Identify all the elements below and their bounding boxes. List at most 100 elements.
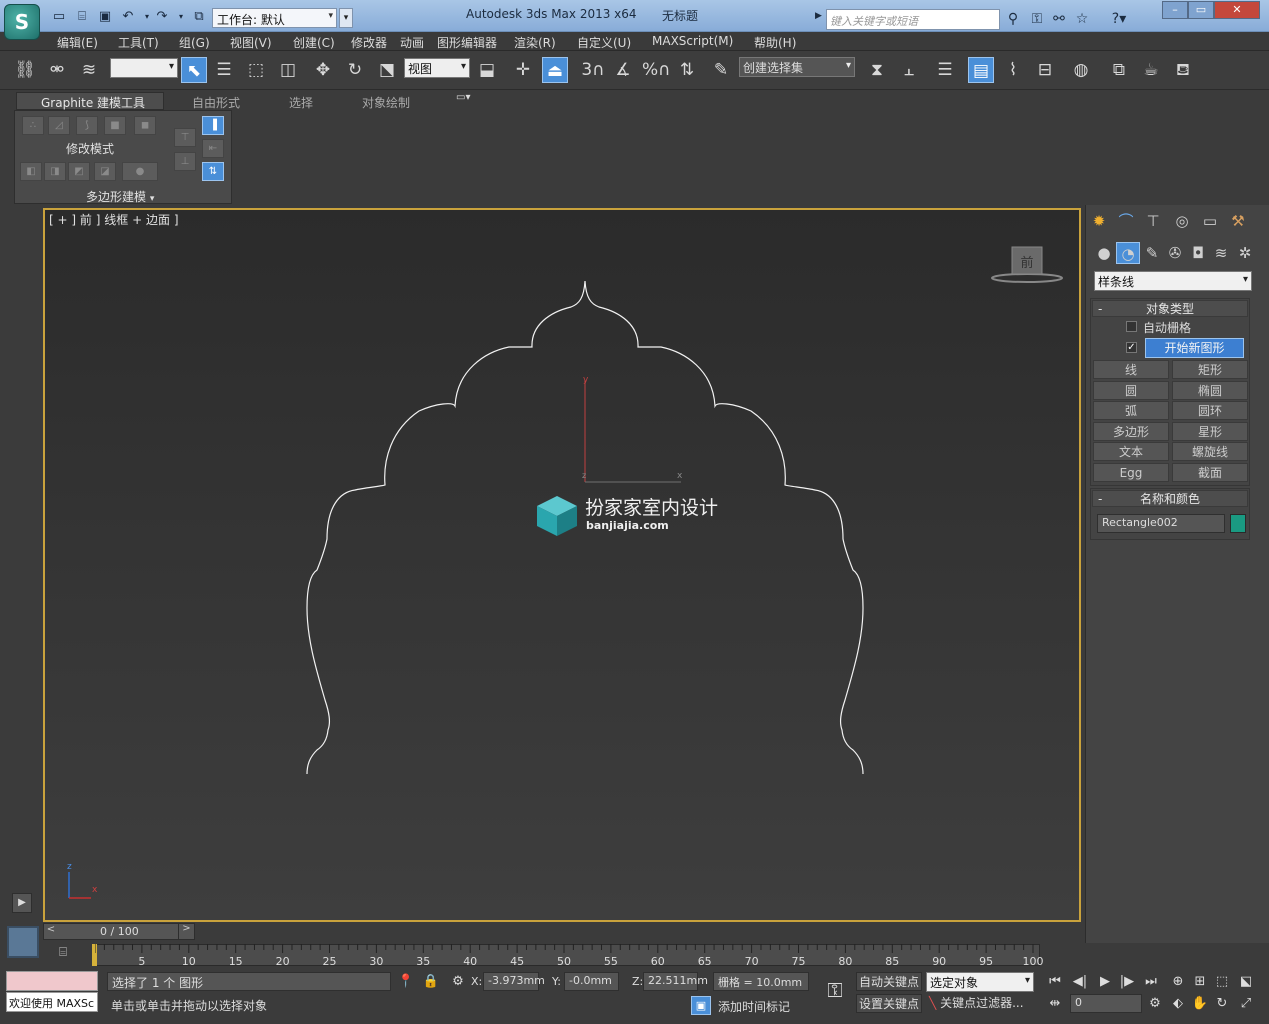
scale-icon[interactable]: ⬔ (374, 57, 400, 83)
track-bar-filter-icon[interactable]: ⌸ (52, 945, 74, 965)
set-key-button[interactable]: 设置关键点 (856, 994, 922, 1013)
arc-button[interactable]: 弧 (1093, 401, 1169, 420)
field-of-view-icon[interactable]: ⬖ (1168, 994, 1188, 1013)
ribbon-attach-icon[interactable]: ⊥ (174, 152, 196, 171)
modify-tab-icon[interactable]: ⌒ (1114, 210, 1138, 232)
helpers-category-icon[interactable]: ◘ (1186, 242, 1210, 264)
maxscript-mini-listener-white[interactable]: 欢迎使用 MAXSc (6, 992, 98, 1012)
select-object-icon[interactable]: ⬉ (181, 57, 207, 83)
section-button[interactable]: 截面 (1172, 463, 1248, 482)
current-frame-input[interactable]: 0 (1070, 994, 1142, 1013)
z-coord-input[interactable]: 22.511mm (643, 972, 708, 991)
tab-selection[interactable]: 选择 (289, 94, 313, 111)
ribbon-prev-icon[interactable]: ◧ (20, 162, 42, 181)
minimize-button[interactable]: – (1162, 1, 1188, 19)
shapes-category-icon[interactable]: ◔ (1116, 242, 1140, 264)
x-coord-input[interactable]: -3.973mm (483, 972, 545, 991)
menu-animation[interactable]: 动画 (400, 34, 424, 51)
menu-maxscript[interactable]: MAXScript(M) (652, 34, 733, 48)
menu-group[interactable]: 组(G) (179, 34, 210, 51)
render-production-icon[interactable]: ⛾ (1170, 57, 1196, 83)
ribbon-stack-on-icon[interactable]: ▐ (202, 116, 224, 135)
add-time-tag[interactable]: 添加时间标记 (718, 998, 790, 1015)
play-icon[interactable]: ▶ (1095, 972, 1115, 991)
ribbon-modify-mode[interactable]: 修改模式 (66, 140, 114, 157)
close-button[interactable]: ✕ (1214, 1, 1260, 19)
arch-spline-shape[interactable] (306, 280, 864, 775)
object-type-header[interactable]: - 对象类型 (1092, 300, 1248, 317)
ribbon-show-end-icon[interactable]: ⇅ (202, 162, 224, 181)
menu-rendering[interactable]: 渲染(R) (514, 34, 556, 51)
favorites-star-icon[interactable]: ☆ (1073, 10, 1091, 28)
select-manipulate-icon[interactable]: ✛ (510, 57, 536, 83)
ribbon-stack-mid-icon[interactable]: ⇤ (202, 139, 224, 158)
ribbon-grow-icon[interactable]: ◪ (94, 162, 116, 181)
time-tag-toggle-icon[interactable]: ▣ (691, 996, 711, 1015)
new-file-icon[interactable]: ▭ (50, 9, 68, 25)
project-folder-icon[interactable]: ⧉ (190, 9, 208, 25)
ribbon-element-icon[interactable]: ◼ (134, 116, 156, 135)
lights-category-icon[interactable]: ✎ (1140, 242, 1164, 264)
undo-icon[interactable]: ↶ (119, 9, 137, 25)
subscription-icon[interactable]: ⚿ (1028, 10, 1046, 28)
ribbon-vertex-icon[interactable]: ∴ (22, 116, 44, 135)
save-icon[interactable]: ▣ (96, 9, 114, 25)
selection-lock-icon[interactable]: 🔒 (421, 972, 441, 991)
line-button[interactable]: 线 (1093, 360, 1169, 379)
keyboard-shortcut-override-icon[interactable]: ⏏ (542, 57, 568, 83)
absolute-mode-transform-icon[interactable]: ⚙ (448, 972, 468, 991)
menu-modifiers[interactable]: 修改器 (351, 34, 387, 51)
start-new-shape-checkbox[interactable]: ✓ (1126, 342, 1137, 353)
ribbon-polygon-icon[interactable]: ■ (104, 116, 126, 135)
cameras-category-icon[interactable]: ✇ (1163, 242, 1187, 264)
help-icon[interactable]: ?▾ (1108, 10, 1130, 28)
search-expand-icon[interactable]: ▶ (815, 11, 822, 21)
link-icon[interactable]: ⛓ (12, 57, 38, 83)
spacewarps-category-icon[interactable]: ≋ (1209, 242, 1233, 264)
motion-tab-icon[interactable]: ◎ (1170, 210, 1194, 232)
previous-frame-icon[interactable]: ◀| (1070, 972, 1090, 991)
key-filters-button[interactable]: ╲ 关键点过滤器... (929, 994, 1024, 1011)
menu-customize[interactable]: 自定义(U) (577, 34, 631, 51)
time-configuration-icon[interactable]: ⚙ (1145, 994, 1165, 1013)
autogrid-checkbox[interactable] (1126, 321, 1137, 332)
menu-help[interactable]: 帮助(H) (754, 34, 796, 51)
name-color-header[interactable]: - 名称和颜色 (1092, 490, 1248, 507)
rendered-frame-icon[interactable]: ☕ (1138, 57, 1164, 83)
viewcube[interactable]: 前 (991, 246, 1063, 283)
tab-freeform[interactable]: 自由形式 (192, 94, 240, 111)
snaps-toggle-icon[interactable]: 3∩ (580, 57, 606, 83)
ribbon-ring-icon[interactable]: ● (122, 162, 158, 181)
schematic-view-icon[interactable]: ⊟ (1032, 57, 1058, 83)
object-color-swatch[interactable] (1230, 514, 1246, 533)
edit-named-selection-icon[interactable]: ✎ (708, 57, 734, 83)
tab-object-paint[interactable]: 对象绘制 (362, 94, 410, 111)
key-mode-toggle-icon[interactable]: ⇹ (1045, 994, 1065, 1013)
goto-start-icon[interactable]: ⏮ (1045, 972, 1065, 991)
maximize-button[interactable]: ▭ (1188, 1, 1214, 19)
set-key-icon[interactable]: ⚿ (818, 978, 852, 1008)
window-crossing-icon[interactable]: ◫ (275, 57, 301, 83)
mirror-icon[interactable]: ⧗ (864, 57, 890, 83)
workspace-selector[interactable]: 工作台: 默认 ▾ (212, 8, 337, 28)
graphite-toggle-icon[interactable]: ▤ (968, 57, 994, 83)
geometry-category-icon[interactable]: ● (1092, 242, 1116, 264)
circle-button[interactable]: 圆 (1093, 381, 1169, 400)
donut-button[interactable]: 圆环 (1172, 401, 1248, 420)
star-button[interactable]: 星形 (1172, 422, 1248, 441)
menu-tools[interactable]: 工具(T) (118, 34, 159, 51)
shape-category-dropdown[interactable]: 样条线 ▾ (1094, 271, 1252, 291)
menu-views[interactable]: 视图(V) (230, 34, 272, 51)
named-selection-sets-dropdown[interactable]: 创建选择集 ▾ (739, 57, 855, 77)
start-new-shape-button[interactable]: 开始新图形 (1145, 338, 1244, 358)
ribbon-border-icon[interactable]: ⟆ (76, 116, 98, 135)
systems-category-icon[interactable]: ✲ (1233, 242, 1257, 264)
display-tab-icon[interactable]: ▭ (1198, 210, 1222, 232)
binoculars-icon[interactable]: ⚲ (1004, 10, 1022, 28)
hierarchy-tab-icon[interactable]: ⊤ (1141, 210, 1165, 232)
maximize-viewport-icon[interactable]: ⤢ (1236, 994, 1256, 1013)
maxscript-mini-listener-pink[interactable] (6, 971, 98, 991)
redo-dropdown-icon[interactable]: ▾ (172, 9, 190, 25)
y-coord-input[interactable]: -0.0mm (564, 972, 619, 991)
isolate-selection-icon[interactable]: 📍 (396, 972, 416, 991)
